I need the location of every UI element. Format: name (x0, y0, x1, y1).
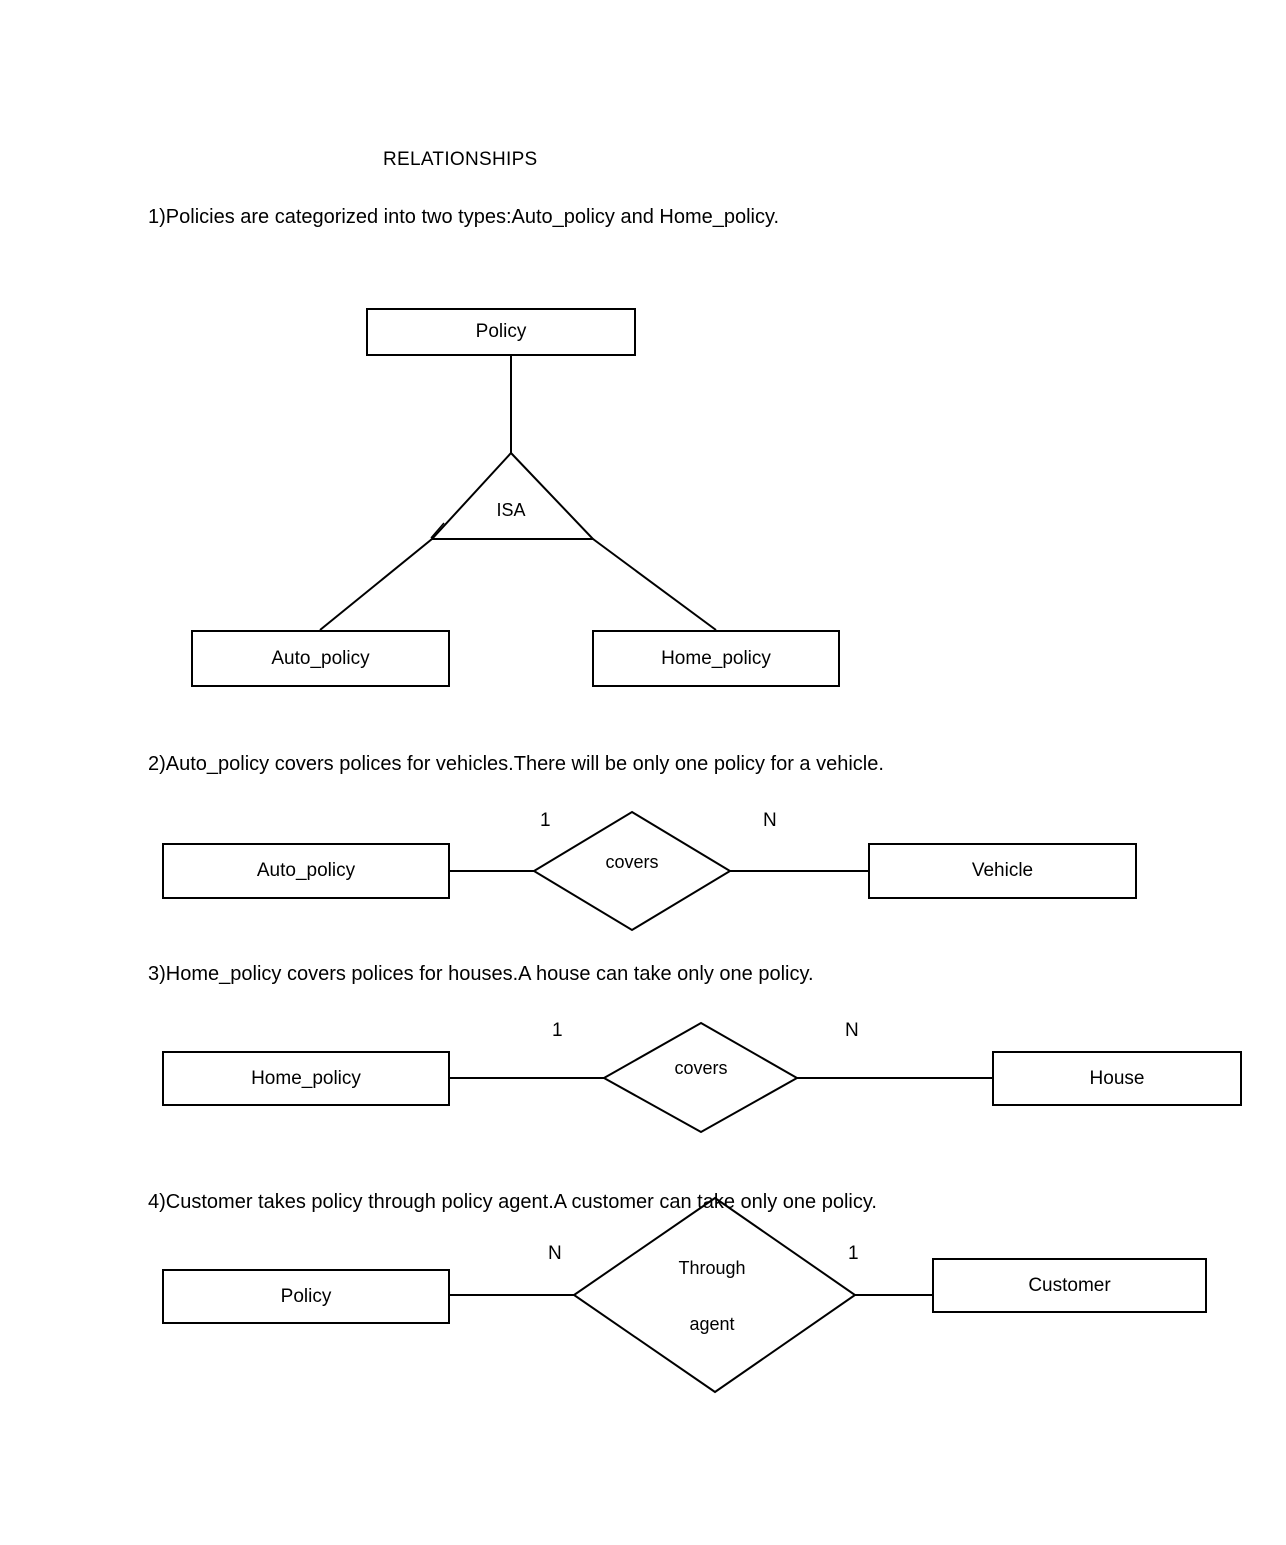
cardinality-text: N (845, 1020, 859, 1041)
entity-auto-policy-child: Auto_policy (191, 630, 450, 687)
d3-relationship-label: covers (655, 1058, 747, 1079)
cardinality-text: N (548, 1243, 562, 1264)
isa-right-leg (592, 538, 717, 631)
entity-label: Policy (280, 1285, 332, 1307)
d2-right-cardinality: N (763, 810, 777, 832)
statement-2: 2)Auto_policy covers polices for vehicle… (148, 753, 884, 775)
isa-triangle (429, 451, 596, 540)
statement-3: 3)Home_policy covers polices for houses.… (148, 963, 814, 985)
d2-left-cardinality: 1 (540, 810, 551, 832)
statement-1: 1)Policies are categorized into two type… (148, 206, 780, 228)
isa-label: ISA (478, 500, 544, 521)
page-title: RELATIONSHIPS (383, 149, 538, 170)
entity-label: Customer (1028, 1274, 1111, 1296)
entity-policy-parent: Policy (366, 308, 636, 356)
isa-left-leg (319, 538, 433, 631)
entity-label: House (1089, 1067, 1145, 1089)
d4-relationship-label-line2: agent (652, 1314, 772, 1335)
entity-auto-policy: Auto_policy (162, 843, 450, 899)
cardinality-text: 1 (552, 1020, 563, 1041)
statement-4: 4)Customer takes policy through policy a… (148, 1191, 877, 1213)
d3-left-cardinality: 1 (552, 1020, 563, 1042)
entity-house: House (992, 1051, 1242, 1106)
entity-vehicle: Vehicle (868, 843, 1137, 899)
d4-right-cardinality: 1 (848, 1243, 859, 1265)
entity-label: Home_policy (251, 1067, 361, 1089)
relationship-label-text: Through (678, 1258, 746, 1278)
isa-label-text: ISA (496, 500, 526, 520)
entity-policy: Policy (162, 1269, 450, 1324)
d2-relationship-label: covers (586, 852, 678, 873)
cardinality-text: 1 (540, 810, 551, 831)
document-page: RELATIONSHIPS 1)Policies are categorized… (0, 0, 1286, 1545)
relationship-label-text: covers (674, 1058, 728, 1078)
entity-label: Vehicle (971, 860, 1034, 881)
cardinality-text: N (763, 810, 777, 831)
entity-home-policy: Home_policy (162, 1051, 450, 1106)
entity-label: Auto_policy (256, 860, 356, 881)
relationship-label-text: agent (689, 1314, 735, 1334)
isa-stray-tick (430, 522, 445, 539)
entity-label: Policy (475, 321, 527, 342)
cardinality-text: 1 (848, 1243, 859, 1264)
d4-relationship-label-line1: Through (652, 1258, 772, 1279)
d4-relationship-diamond (572, 1196, 857, 1394)
d4-left-cardinality: N (548, 1243, 562, 1265)
entity-label: Home_policy (661, 647, 771, 669)
entity-customer: Customer (932, 1258, 1207, 1313)
relationship-label-text: covers (605, 852, 659, 872)
d3-right-cardinality: N (845, 1020, 859, 1042)
entity-home-policy-child: Home_policy (592, 630, 840, 687)
entity-label: Auto_policy (271, 647, 370, 669)
